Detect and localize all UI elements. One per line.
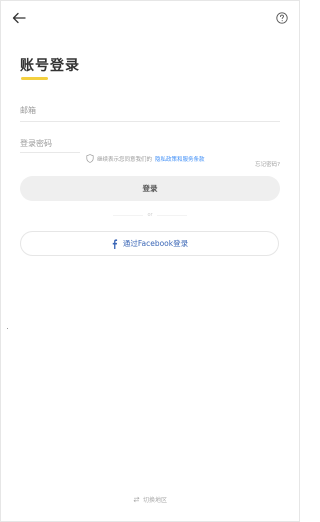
agreement-notice: 继续表示您同意我们的 隐私政策和服务条款 (86, 154, 205, 163)
switch-region-label: 切换地区 (142, 497, 167, 504)
stray-dot (7, 328, 8, 329)
privacy-terms-link[interactable]: 隐私政策和服务条款 (155, 155, 205, 163)
forgot-password-link[interactable]: 忘记密码? (255, 160, 280, 168)
email-underline (20, 121, 280, 122)
password-underline (20, 152, 80, 153)
login-button[interactable]: 登录 (20, 176, 280, 201)
page-title: 账号登录 (20, 58, 80, 74)
switch-region-link[interactable]: 切换地区 (0, 495, 300, 504)
email-field[interactable]: 邮箱 (20, 105, 36, 116)
facebook-login-button[interactable]: 通过Facebook登录 (20, 231, 279, 256)
agreement-text: 继续表示您同意我们的 (97, 156, 153, 163)
arrow-left-icon[interactable] (12, 11, 26, 25)
or-divider: or (20, 210, 280, 220)
shield-icon (86, 154, 94, 163)
password-field[interactable]: 登录密码 (20, 138, 52, 149)
swap-arrows-icon (133, 496, 140, 503)
divider-line-right (156, 214, 187, 216)
facebook-icon (112, 238, 117, 249)
divider-line-left (113, 214, 144, 216)
facebook-login-label: 通过Facebook登录 (122, 239, 189, 248)
title-underline (21, 77, 48, 80)
or-text: or (147, 212, 153, 218)
question-circle-icon[interactable] (276, 12, 288, 24)
